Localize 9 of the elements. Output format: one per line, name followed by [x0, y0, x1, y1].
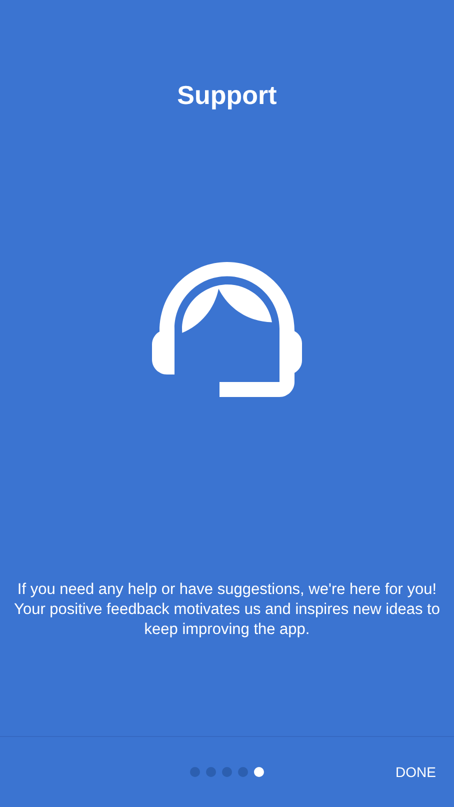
page-dot[interactable]: [206, 767, 216, 777]
page-dot[interactable]: [222, 767, 232, 777]
headset-person-icon: [152, 262, 302, 397]
page-dot[interactable]: [254, 767, 264, 777]
page-dot[interactable]: [190, 767, 200, 777]
description-text: If you need any help or have suggestions, we're here for you! Your positive feedback motivates us and inspires new ideas to keep improving the app.: [13, 580, 441, 640]
screen-title: Support: [177, 79, 277, 112]
page-dot[interactable]: [238, 767, 248, 777]
done-button[interactable]: DONE: [386, 756, 446, 788]
